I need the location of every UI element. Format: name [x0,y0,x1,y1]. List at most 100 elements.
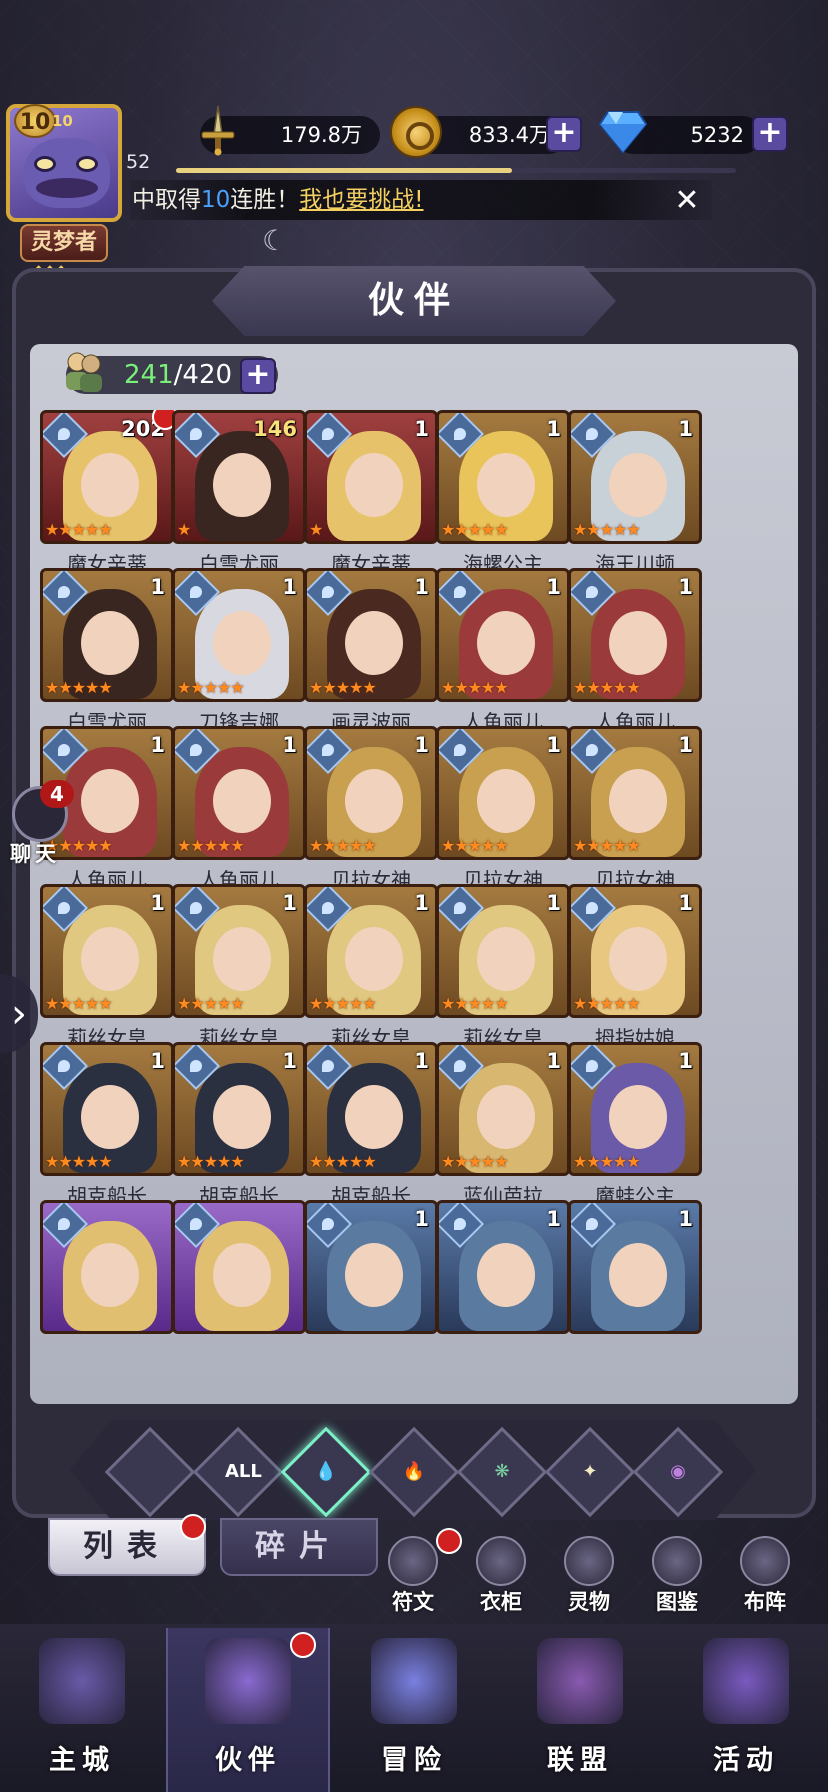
partner-portrait-face [609,1243,667,1307]
partner-card[interactable]: 1 ★★★★★ [304,726,438,860]
partner-card[interactable]: 1 [304,1200,438,1334]
chat-button[interactable]: 4 聊天 [4,780,74,866]
partner-card[interactable]: 1 ★★★★★ [304,884,438,1018]
partner-card[interactable]: 1 ★★★★★ [436,568,570,702]
partner-portrait-face [345,611,403,675]
partner-card[interactable]: 1 ★★★★★ [568,884,702,1018]
partner-card[interactable]: 1 ★★★★★ [568,1042,702,1176]
partner-count-label: 1 [282,891,297,915]
partner-portrait-face [81,1243,139,1307]
nav-item[interactable]: 联盟 [498,1628,662,1792]
partner-card[interactable]: 1 ★★★★★ [40,1042,174,1176]
chat-unread-badge: 4 [40,780,74,808]
sword-icon [201,105,235,156]
side-button-icon [564,1536,614,1586]
partner-card[interactable]: 1 ★★★★★ [568,410,702,544]
partner-stars: ★★★★★ [309,1152,377,1171]
partner-portrait-face [609,1085,667,1149]
partner-card[interactable]: 202 ★★★★★ [40,410,174,544]
partner-count-label: 1 [546,1049,561,1073]
nav-item-icon [371,1638,457,1724]
partner-count-label: 1 [546,417,561,441]
partner-stars: ★ [309,520,323,539]
partner-stars: ★★★★★ [177,1152,245,1171]
partner-count-label: 1 [414,891,429,915]
partner-card[interactable] [40,1200,174,1334]
tab-fragments[interactable]: 碎片 [220,1518,378,1576]
nav-item-label: 冒险 [381,1745,447,1776]
partner-card[interactable]: 1 ★ [304,410,438,544]
partner-card[interactable] [172,1200,306,1334]
partner-stars: ★ [177,520,191,539]
partner-card[interactable]: 1 ★★★★★ [40,884,174,1018]
partner-card[interactable]: 1 ★★★★★ [568,568,702,702]
partner-card[interactable]: 146 ★ [172,410,306,544]
chat-label: 聊天 [10,842,60,866]
partner-card[interactable]: 1 ★★★★★ [304,1042,438,1176]
partner-stars: ★★★★★ [573,678,641,697]
side-button-label: 灵物 [568,1590,610,1614]
add-diamond-button[interactable]: + [752,116,788,152]
partner-count-label: 1 [414,733,429,757]
partner-count-label: 1 [678,1049,693,1073]
element-filter-glyph: 💧 [314,1461,338,1482]
side-button-icon [476,1536,526,1586]
expand-capacity-button[interactable]: + [240,358,276,394]
announcement-ticker: 中取得10连胜！我也要挑战! [130,180,712,220]
partner-card[interactable]: 1 ★★★★★ [568,726,702,860]
partner-card[interactable]: 1 ★★★★★ [304,568,438,702]
ticker-challenge-link[interactable]: 我也要挑战! [299,187,423,213]
partner-card[interactable]: 1 ★★★★★ [172,884,306,1018]
partner-card[interactable]: 1 ★★★★★ [436,410,570,544]
partner-portrait-face [345,1243,403,1307]
side-button-label: 图鉴 [656,1590,698,1614]
element-filter-glyph: ◉ [670,1461,686,1482]
side-button[interactable]: 布阵 [734,1536,796,1618]
partner-card[interactable]: 1 ★★★★★ [436,1042,570,1176]
partner-card[interactable]: 1 [568,1200,702,1334]
partner-portrait-face [81,611,139,675]
add-gold-button[interactable]: + [546,116,582,152]
nav-item[interactable]: 冒险 [332,1628,496,1792]
partner-card[interactable]: 1 ★★★★★ [172,726,306,860]
partner-stars: ★★★★★ [573,1152,641,1171]
partner-count-current: 241 [124,360,174,390]
nav-item-icon [537,1638,623,1724]
partner-grid: 202 ★★★★★ 魔女辛蒂 146 ★ 白雪尤丽 1 ★ 魔女辛蒂 1 ★★★★★ 海螺公主 1 ★★★… [40,410,792,1398]
avatar-mouth [36,178,98,198]
partner-stars: ★★★★★ [309,994,377,1013]
partner-portrait-face [477,453,535,517]
side-button[interactable]: 图鉴 [646,1536,708,1618]
nav-item-label: 活动 [713,1745,779,1776]
nav-item[interactable]: 主城 [0,1628,164,1792]
ticker-text: 中取得10连胜！我也要挑战! [132,180,424,220]
player-level: 52 [126,151,151,173]
partner-stars: ★★★★★ [573,836,641,855]
element-filter-glyph: ✦ [582,1461,598,1482]
side-button-icon [652,1536,702,1586]
partner-portrait-face [213,927,271,991]
diamond-icon [598,111,648,154]
partner-card[interactable]: 1 ★★★★★ [40,568,174,702]
nav-item-icon [703,1638,789,1724]
partner-card[interactable]: 1 ★★★★★ [436,726,570,860]
side-button-label: 衣柜 [480,1590,522,1614]
partner-card[interactable]: 1 ★★★★★ [172,568,306,702]
close-icon[interactable]: ✕ [672,186,702,216]
partner-stars: ★★★★★ [309,678,377,697]
partner-stars: ★★★★★ [441,1152,509,1171]
partner-count-label: 1 [414,417,429,441]
element-filter-glyph: 🔥 [402,1461,426,1482]
side-button[interactable]: 灵物 [558,1536,620,1618]
partner-card[interactable]: 1 ★★★★★ [172,1042,306,1176]
partner-portrait-face [81,769,139,833]
partner-portrait-face [81,453,139,517]
side-button[interactable]: 符文 [382,1536,444,1618]
side-button-icon [740,1536,790,1586]
partner-count-label: 1 [546,575,561,599]
partner-card[interactable]: 1 [436,1200,570,1334]
partner-card[interactable]: 1 ★★★★★ [436,884,570,1018]
side-button[interactable]: 衣柜 [470,1536,532,1618]
nav-item[interactable]: 活动 [664,1628,828,1792]
partner-count-label: 1 [546,733,561,757]
